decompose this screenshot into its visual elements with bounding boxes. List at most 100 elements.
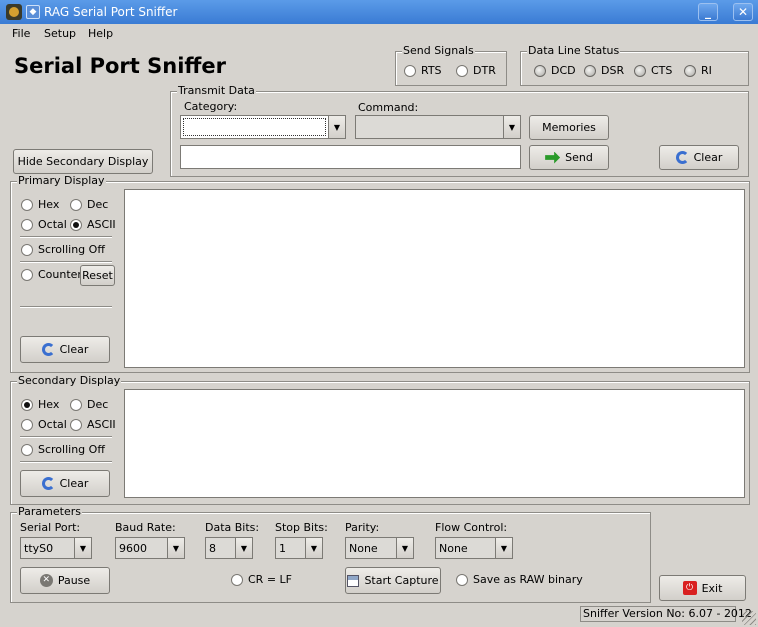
secondary-hex-radio[interactable] (21, 398, 33, 411)
primary-scrolling-off-option[interactable]: Scrolling Off (21, 243, 105, 256)
version-label: Sniffer Version No: 6.07 - 2012 (580, 606, 752, 622)
hide-secondary-display-button[interactable]: Hide Secondary Display (13, 149, 153, 174)
send-signals-legend: Send Signals (402, 44, 475, 58)
primary-octal-option[interactable]: Octal (21, 218, 67, 231)
chevron-down-icon[interactable]: ▼ (235, 538, 252, 558)
secondary-ascii-radio[interactable] (70, 418, 82, 431)
chevron-down-icon[interactable]: ▼ (495, 538, 512, 558)
app-icon[interactable] (6, 4, 22, 20)
close-button[interactable]: ✕ (733, 3, 753, 21)
primary-display-group: Primary Display Hex Dec Octal ASCII Scro… (10, 174, 750, 373)
secondary-ascii-option[interactable]: ASCII (70, 418, 116, 431)
stop-bits-select[interactable]: 1 ▼ (275, 537, 323, 559)
cts-label: CTS (651, 64, 673, 77)
chevron-down-icon[interactable]: ▼ (396, 538, 413, 558)
memories-button[interactable]: Memories (529, 115, 609, 140)
minimize-button[interactable]: _ (698, 3, 718, 21)
dtr-option[interactable]: DTR (456, 64, 496, 77)
primary-hex-option[interactable]: Hex (21, 198, 59, 211)
command-value (356, 116, 503, 138)
reset-label: Reset (82, 269, 113, 282)
transmit-clear-button[interactable]: Clear (659, 145, 739, 170)
cr-lf-option[interactable]: CR = LF (231, 573, 292, 586)
primary-display-area[interactable] (124, 189, 745, 368)
primary-dec-label: Dec (87, 198, 109, 211)
start-capture-label: Start Capture (364, 574, 439, 587)
divider (20, 306, 112, 308)
chevron-down-icon[interactable]: ▼ (503, 116, 520, 138)
pause-stop-icon: ✕ (39, 574, 53, 587)
primary-dec-option[interactable]: Dec (70, 198, 108, 211)
secondary-scrolling-off-option[interactable]: Scrolling Off (21, 443, 105, 456)
cts-indicator: CTS (634, 64, 672, 77)
chevron-down-icon[interactable]: ▼ (305, 538, 322, 558)
chevron-down-icon[interactable]: ▼ (74, 538, 91, 558)
dsr-indicator: DSR (584, 64, 624, 77)
refresh-icon (41, 477, 55, 490)
primary-hex-radio[interactable] (21, 198, 33, 211)
primary-hex-label: Hex (38, 198, 60, 211)
stop-bits-value: 1 (279, 541, 286, 555)
parity-select[interactable]: None ▼ (345, 537, 414, 559)
send-button[interactable]: Send (529, 145, 609, 170)
dcd-indicator: DCD (534, 64, 576, 77)
dcd-led-icon (534, 64, 546, 77)
secondary-display-area[interactable] (124, 389, 745, 498)
parameters-legend: Parameters (17, 505, 82, 519)
menu-help[interactable]: Help (88, 27, 113, 40)
category-select[interactable]: ▼ (180, 115, 346, 139)
start-capture-button[interactable]: Start Capture (345, 567, 441, 594)
primary-ascii-label: ASCII (87, 218, 116, 231)
chevron-down-icon[interactable]: ▼ (328, 116, 345, 138)
dtr-label: DTR (473, 64, 496, 77)
secondary-clear-button[interactable]: Clear (20, 470, 110, 497)
secondary-dec-option[interactable]: Dec (70, 398, 108, 411)
baud-rate-label: Baud Rate: (115, 521, 176, 534)
primary-clear-button[interactable]: Clear (20, 336, 110, 363)
secondary-dec-radio[interactable] (70, 398, 82, 411)
dtr-radio[interactable] (456, 64, 468, 77)
menu-file[interactable]: File (12, 27, 30, 40)
exit-label: Exit (701, 581, 723, 595)
exit-button[interactable]: ⏻ Exit (659, 575, 746, 601)
secondary-hex-option[interactable]: Hex (21, 398, 59, 411)
command-label: Command: (358, 101, 419, 114)
save-raw-binary-radio[interactable] (456, 573, 468, 586)
primary-ascii-option[interactable]: ASCII (70, 218, 116, 231)
secondary-ascii-label: ASCII (87, 418, 116, 431)
primary-octal-radio[interactable] (21, 218, 33, 231)
save-raw-binary-option[interactable]: Save as RAW binary (456, 573, 583, 586)
counter-reset-button[interactable]: Reset (80, 265, 115, 286)
flow-control-select[interactable]: None ▼ (435, 537, 513, 559)
primary-ascii-radio[interactable] (70, 218, 82, 231)
chevron-down-icon[interactable]: ▼ (167, 538, 184, 558)
command-select[interactable]: ▼ (355, 115, 521, 139)
window-menu-icon[interactable]: ◆ (26, 5, 40, 19)
counter-option[interactable]: Counter (21, 268, 82, 281)
rts-option[interactable]: RTS (404, 64, 442, 77)
secondary-scrolling-off-radio[interactable] (21, 443, 33, 456)
cr-lf-radio[interactable] (231, 573, 243, 586)
send-label: Send (565, 151, 593, 164)
secondary-octal-radio[interactable] (21, 418, 33, 431)
dsr-led-icon (584, 64, 596, 77)
parameters-group: Parameters Serial Port: ttyS0 ▼ Baud Rate… (10, 505, 651, 603)
primary-dec-radio[interactable] (70, 198, 82, 211)
primary-clear-label: Clear (59, 343, 89, 356)
primary-scrolling-off-radio[interactable] (21, 243, 33, 256)
hide-secondary-display-label: Hide Secondary Display (17, 155, 149, 168)
parity-value: None (349, 541, 378, 555)
menu-setup[interactable]: Setup (44, 27, 76, 40)
pause-button[interactable]: ✕ Pause (20, 567, 110, 594)
data-bits-select[interactable]: 8 ▼ (205, 537, 253, 559)
resize-grip-icon[interactable] (742, 611, 756, 625)
rts-radio[interactable] (404, 64, 416, 77)
counter-radio[interactable] (21, 268, 33, 281)
serial-port-select[interactable]: ttyS0 ▼ (20, 537, 92, 559)
category-label: Category: (184, 100, 238, 113)
transmit-input[interactable] (180, 145, 521, 169)
data-bits-label: Data Bits: (205, 521, 260, 534)
secondary-octal-option[interactable]: Octal (21, 418, 67, 431)
baud-rate-select[interactable]: 9600 ▼ (115, 537, 185, 559)
primary-octal-label: Octal (38, 218, 67, 231)
